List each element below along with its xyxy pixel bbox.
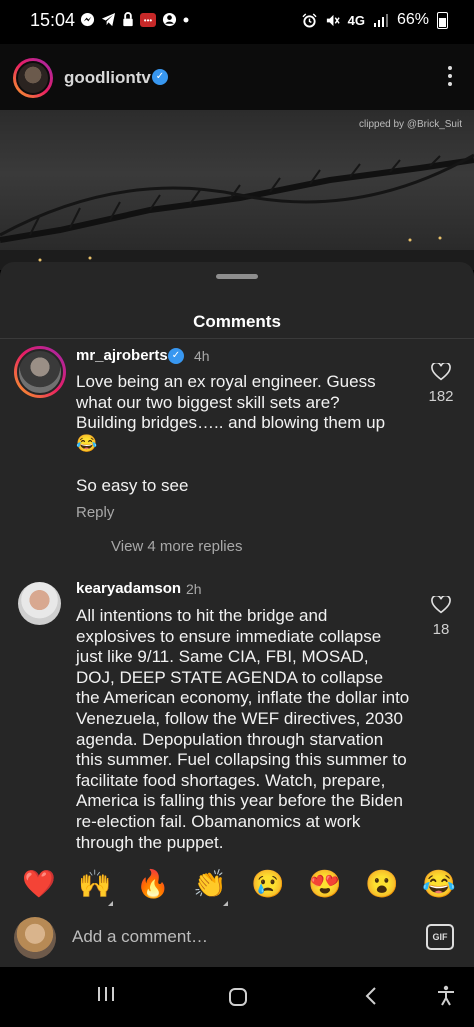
comment-input-row: Add a comment… GIF — [0, 911, 474, 967]
commenter-avatar[interactable] — [14, 346, 66, 398]
emoji-fire[interactable]: 🔥 — [136, 869, 170, 899]
more-options-icon[interactable] — [448, 66, 452, 90]
view-more-replies-button[interactable]: View 4 more replies — [111, 538, 242, 555]
account-icon — [162, 12, 177, 27]
emoji-clapping[interactable]: 👏 — [193, 869, 227, 899]
commenter-username[interactable]: mr_ajroberts — [76, 347, 168, 364]
status-left-icons: ••• — [80, 12, 189, 27]
emoji-crying[interactable]: 😢 — [251, 869, 285, 899]
variant-indicator-icon — [108, 901, 113, 906]
home-icon[interactable] — [228, 987, 248, 1007]
telegram-icon — [101, 12, 116, 27]
emoji-raised-hands[interactable]: 🙌 — [78, 869, 112, 899]
messenger-icon — [80, 12, 95, 27]
comment-text: Love being an ex royal engineer. Guess w… — [76, 372, 386, 453]
comments-title: Comments — [193, 312, 281, 331]
author-avatar[interactable] — [13, 58, 53, 98]
svg-text:•••: ••• — [144, 16, 153, 25]
back-icon[interactable] — [364, 986, 378, 1006]
author-username[interactable]: goodliontv — [64, 68, 151, 88]
like-count: 18 — [432, 621, 450, 638]
commenter-username[interactable]: kearyadamson — [76, 580, 181, 597]
gif-button[interactable]: GIF — [426, 924, 454, 950]
lock-icon — [123, 12, 133, 27]
verified-badge-icon: ✓ — [168, 348, 184, 364]
battery-icon — [437, 11, 448, 29]
like-heart-icon[interactable] — [431, 596, 451, 614]
post-header: goodliontv ✓ — [0, 44, 474, 110]
comment-time: 4h — [194, 348, 210, 364]
comment-text: All intentions to hit the bridge and exp… — [76, 606, 410, 852]
recents-icon[interactable] — [96, 985, 116, 1003]
emoji-surprised[interactable]: 😮 — [365, 869, 399, 899]
divider — [0, 338, 474, 339]
accessibility-icon[interactable] — [436, 985, 456, 1007]
mute-icon — [326, 14, 340, 26]
reply-button[interactable]: Reply — [76, 504, 114, 521]
video-preview[interactable]: clipped by @Brick_Suit — [0, 110, 474, 270]
battery-percent: 66% — [396, 11, 429, 28]
status-bar: 15:04 ••• 4G 66% — [0, 0, 474, 44]
network-type: 4G — [347, 12, 365, 28]
emoji-heart-eyes[interactable]: 😍 — [308, 869, 342, 899]
alarm-icon — [302, 12, 317, 28]
comment-input[interactable]: Add a comment… — [72, 927, 208, 947]
like-heart-icon[interactable] — [431, 363, 451, 381]
emoji-heart[interactable]: ❤️ — [22, 869, 56, 899]
bridge-image — [0, 153, 474, 270]
dot-icon — [183, 17, 189, 22]
drag-handle[interactable] — [216, 274, 258, 279]
app-icon: ••• — [140, 12, 156, 27]
emoji-laughing[interactable]: 😂 — [422, 869, 456, 899]
comment-time: 2h — [186, 581, 202, 597]
emoji-reaction-bar: ❤️ 🙌 🔥 👏 😢 😍 😮 😂 — [0, 857, 474, 917]
comment-text-line2: So easy to see — [76, 476, 189, 495]
status-time: 15:04 — [30, 10, 76, 30]
system-nav-bar — [0, 967, 474, 1027]
signal-icon — [373, 14, 388, 27]
user-avatar — [14, 917, 56, 959]
like-count: 182 — [428, 388, 454, 405]
variant-indicator-icon — [223, 901, 228, 906]
commenter-avatar[interactable] — [18, 582, 61, 625]
verified-badge-icon: ✓ — [152, 69, 168, 85]
status-right-icons: 4G 66% — [302, 11, 448, 29]
